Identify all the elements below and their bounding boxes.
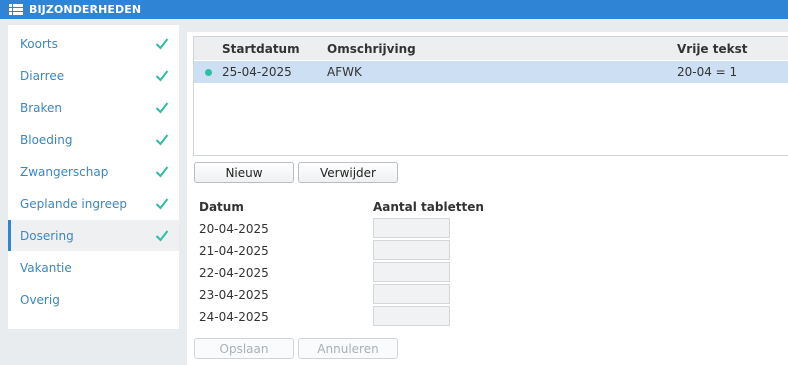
sidebar-item-label: Braken <box>20 100 63 115</box>
delete-button-label: Verwijder <box>319 165 376 180</box>
check-icon <box>155 198 169 210</box>
sidebar-item-bloeding[interactable]: Bloeding <box>8 124 179 155</box>
sidebar-item-diarree[interactable]: Diarree <box>8 60 179 91</box>
tablets-input[interactable] <box>373 306 450 326</box>
tablets-input[interactable] <box>373 262 450 282</box>
check-icon <box>155 38 169 50</box>
table-row[interactable]: 25-04-2025 AFWK 20-04 = 1 <box>194 61 788 83</box>
dosage-date: 21-04-2025 <box>199 244 269 258</box>
delete-button[interactable]: Verwijder <box>298 162 398 183</box>
cancel-button[interactable]: Annuleren <box>298 338 398 359</box>
sidebar-item-koorts[interactable]: Koorts <box>8 28 179 59</box>
check-icon <box>155 134 169 146</box>
sidebar-item-label: Geplande ingreep <box>20 196 128 211</box>
cell-omschrijving: AFWK <box>327 65 362 79</box>
sidebar-item-braken[interactable]: Braken <box>8 92 179 123</box>
cancel-button-label: Annuleren <box>317 341 379 356</box>
new-button-label: Nieuw <box>225 165 263 180</box>
dosage-date: 24-04-2025 <box>199 310 269 324</box>
cell-startdatum: 25-04-2025 <box>222 65 292 79</box>
tablets-input[interactable] <box>373 218 450 238</box>
column-header-vrije-tekst[interactable]: Vrije tekst <box>677 42 747 56</box>
save-button[interactable]: Opslaan <box>194 338 294 359</box>
sidebar-item-zwangerschap[interactable]: Zwangerschap <box>8 156 179 187</box>
grid-header: Startdatum Omschrijving Vrije tekst <box>194 37 788 60</box>
check-icon <box>155 102 169 114</box>
column-header-omschrijving[interactable]: Omschrijving <box>327 42 416 56</box>
tablets-input[interactable] <box>373 240 450 260</box>
date-column-header: Datum <box>199 200 244 214</box>
sidebar-item-dosering[interactable]: Dosering <box>8 220 179 251</box>
sidebar-item-label: Dosering <box>20 228 74 243</box>
tablets-column-header: Aantal tabletten <box>373 200 484 214</box>
save-button-label: Opslaan <box>219 341 269 356</box>
sidebar-item-label: Vakantie <box>20 260 72 275</box>
sidebar-item-label: Zwangerschap <box>20 164 109 179</box>
check-icon <box>155 166 169 178</box>
column-header-startdatum[interactable]: Startdatum <box>222 42 300 56</box>
check-icon <box>155 70 169 82</box>
dosage-date: 23-04-2025 <box>199 288 269 302</box>
dosage-date: 20-04-2025 <box>199 222 269 236</box>
window-title: BIJZONDERHEDEN <box>29 3 142 16</box>
sidebar: Koorts Diarree Braken Bloeding Zwangersc… <box>8 25 179 329</box>
dosage-date: 22-04-2025 <box>199 266 269 280</box>
sidebar-item-vakantie[interactable]: Vakantie <box>8 252 179 283</box>
sidebar-item-overig[interactable]: Overig <box>8 284 179 315</box>
tablets-input[interactable] <box>373 284 450 304</box>
list-icon <box>9 3 23 16</box>
sidebar-item-geplande-ingreep[interactable]: Geplande ingreep <box>8 188 179 219</box>
dosage-grid: Startdatum Omschrijving Vrije tekst 25-0… <box>193 36 788 156</box>
new-button[interactable]: Nieuw <box>194 162 294 183</box>
sidebar-item-label: Diarree <box>20 68 65 83</box>
main-panel: Startdatum Omschrijving Vrije tekst 25-0… <box>187 32 788 365</box>
title-bar: BIJZONDERHEDEN <box>0 0 788 19</box>
content-area: Koorts Diarree Braken Bloeding Zwangersc… <box>0 19 788 365</box>
sidebar-item-label: Overig <box>20 292 60 307</box>
selected-row-indicator <box>205 69 212 76</box>
sidebar-item-label: Koorts <box>20 36 58 51</box>
sidebar-item-label: Bloeding <box>20 132 73 147</box>
check-icon <box>155 230 169 242</box>
cell-vrije-tekst: 20-04 = 1 <box>677 65 738 79</box>
